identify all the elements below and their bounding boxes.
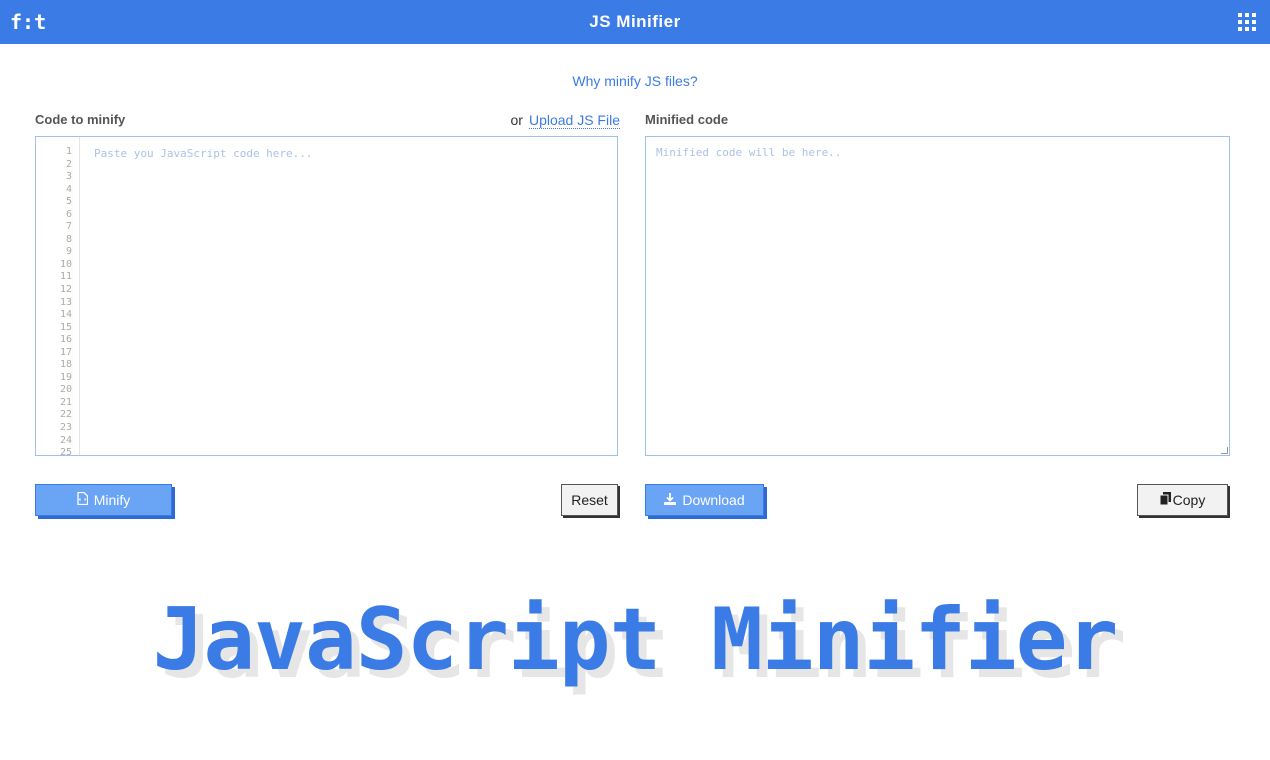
resize-handle-icon[interactable] [1221, 447, 1228, 454]
line-number: 4 [65, 183, 72, 195]
reset-button-label: Reset [571, 492, 608, 508]
reset-button[interactable]: Reset [561, 484, 618, 516]
line-number: 19 [59, 371, 72, 383]
minify-button[interactable]: Minify [35, 484, 172, 516]
line-number: 5 [65, 196, 72, 208]
line-number: 1 [65, 146, 72, 157]
line-number: 24 [59, 434, 72, 446]
line-number: 14 [59, 309, 72, 321]
minified-output-textarea[interactable]: Minified code will be here.. [645, 136, 1230, 456]
download-icon [664, 492, 677, 508]
hero-title: JavaScript Minifier [152, 590, 1119, 690]
app-title: JS Minifier [589, 12, 681, 31]
upload-prefix: or [510, 112, 523, 128]
copy-icon [1159, 492, 1171, 508]
line-number-gutter: 1 2 3 4 5 6 7 8 9 10 11 12 13 14 15 16 17 18 19 20 21 22 23 24 2… [36, 137, 80, 455]
line-number: 23 [59, 422, 72, 434]
line-number: 7 [65, 221, 72, 233]
minify-button-label: Minify [93, 492, 131, 508]
file-code-icon [77, 491, 88, 508]
line-number: 11 [59, 271, 72, 283]
line-number: 16 [59, 334, 72, 346]
download-button-label: Download [682, 492, 745, 508]
apps-grid-icon[interactable] [1238, 13, 1256, 31]
code-editor-placeholder: Paste you JavaScript code here... [94, 147, 313, 160]
minified-code-label: Minified code [645, 112, 729, 127]
output-placeholder: Minified code will be here.. [656, 146, 842, 159]
code-editor[interactable]: 1 2 3 4 5 6 7 8 9 10 11 12 13 14 15 16 17 18 19 20 21 22 23 24 2… [35, 136, 618, 456]
line-number: 15 [59, 321, 72, 333]
line-number: 25 [59, 447, 72, 456]
line-number: 8 [65, 233, 72, 245]
copy-button[interactable]: Copy [1137, 484, 1228, 516]
line-number: 13 [59, 296, 72, 308]
line-number: 20 [59, 384, 72, 396]
code-to-minify-label: Code to minify [35, 112, 126, 127]
line-number: 3 [65, 171, 72, 183]
line-number: 2 [65, 158, 72, 170]
line-number: 6 [65, 208, 72, 220]
line-number: 12 [59, 284, 72, 296]
why-minify-link[interactable]: Why minify JS files? [0, 73, 1270, 89]
line-number: 17 [59, 346, 72, 358]
download-button[interactable]: Download [645, 484, 764, 516]
top-bar: f:t JS Minifier [0, 0, 1270, 44]
line-number: 18 [59, 359, 72, 371]
copy-button-label: Copy [1172, 492, 1206, 508]
line-number: 9 [65, 246, 72, 258]
line-number: 10 [59, 258, 72, 270]
upload-area: or Upload JS File [510, 112, 620, 129]
line-number: 22 [59, 409, 72, 421]
line-number: 21 [59, 396, 72, 408]
upload-js-file-link[interactable]: Upload JS File [528, 112, 620, 129]
